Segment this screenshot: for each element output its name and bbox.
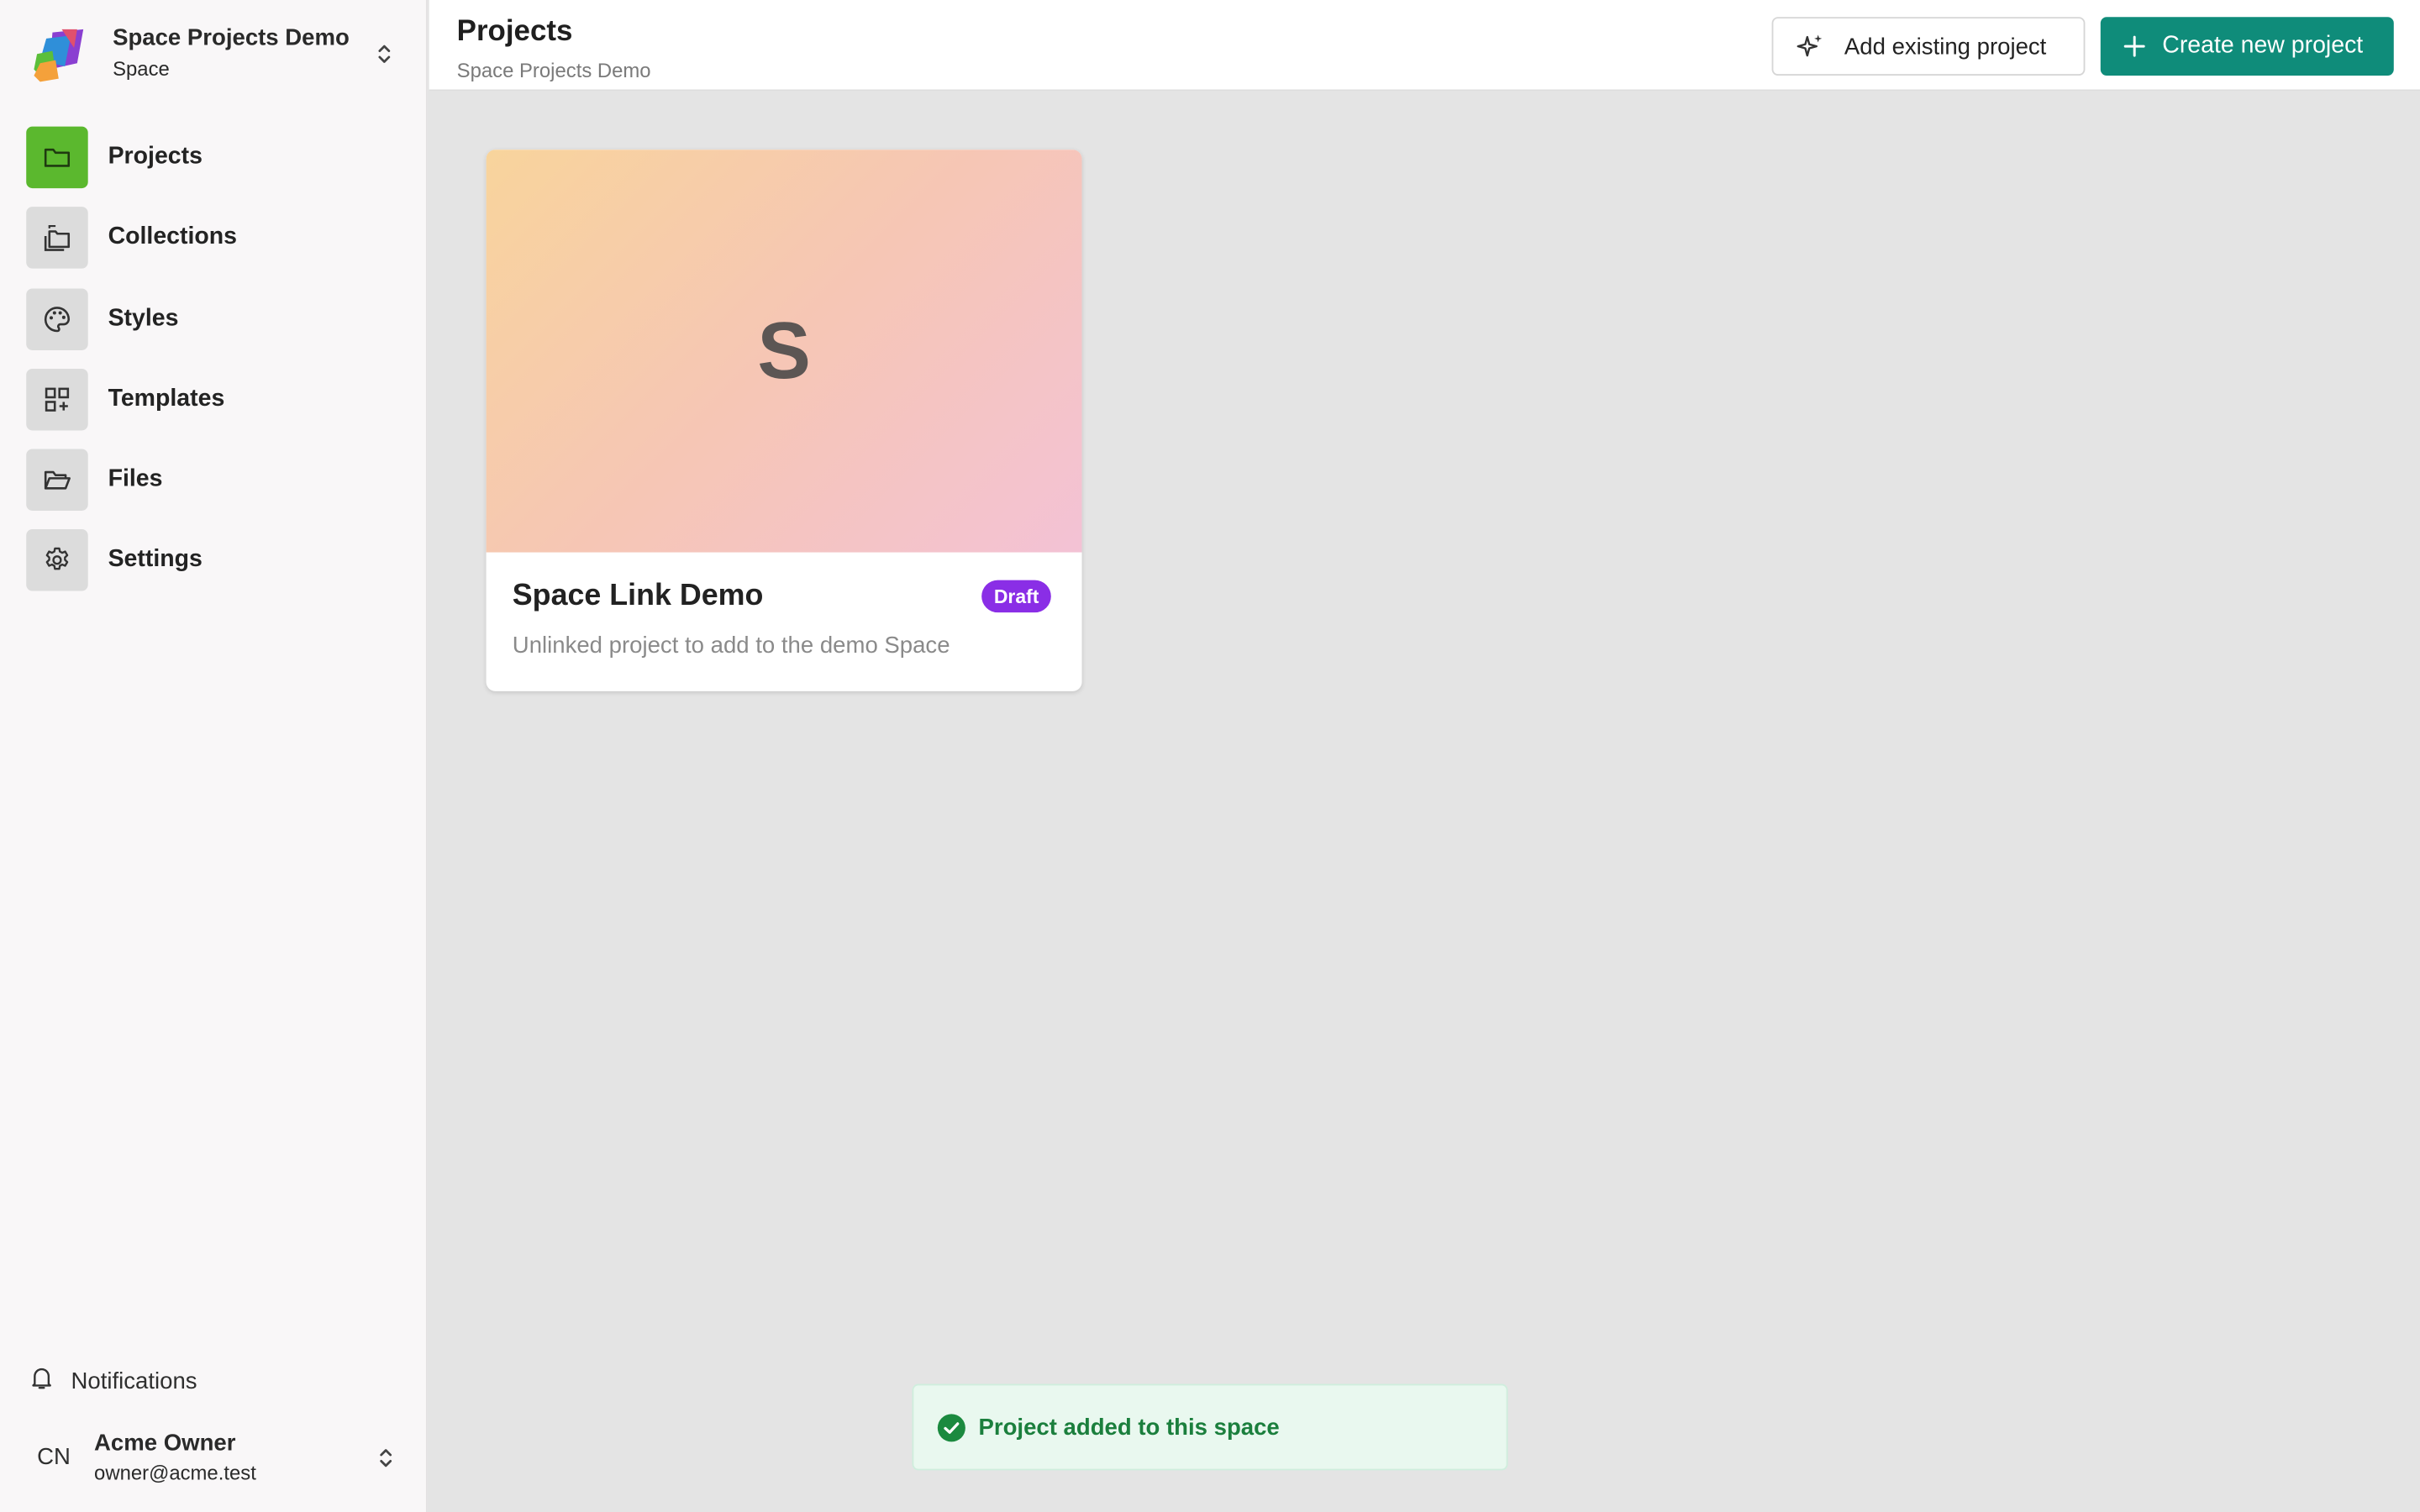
- top-bar: Projects Space Projects Demo Add existin…: [429, 0, 2420, 92]
- sidebar-item-label: Templates: [108, 385, 225, 412]
- workspace-logo-icon: [31, 26, 90, 85]
- breadcrumb: Space Projects Demo: [456, 58, 651, 82]
- gear-icon: [26, 529, 88, 592]
- add-existing-project-button[interactable]: Add existing project: [1771, 17, 2086, 76]
- user-name: Acme Owner: [94, 1430, 236, 1457]
- sidebar-item-settings[interactable]: Settings: [26, 529, 412, 592]
- notifications-label: Notifications: [71, 1368, 197, 1395]
- chevron-up-down-icon: [378, 1446, 393, 1470]
- chevron-up-down-icon: [376, 42, 392, 66]
- toast-message: Project added to this space: [978, 1414, 1280, 1441]
- project-cover: S: [486, 150, 1082, 553]
- folder-icon: [26, 126, 88, 189]
- page-title: Projects: [456, 15, 573, 48]
- project-card[interactable]: S Space Link Demo Draft Unlinked project…: [486, 150, 1082, 691]
- sidebar-item-label: Settings: [108, 547, 203, 574]
- sidebar-item-templates[interactable]: Templates: [26, 368, 412, 431]
- workspace-type: Space: [113, 56, 170, 81]
- user-email: owner@acme.test: [94, 1461, 256, 1484]
- project-title: Space Link Demo: [512, 578, 764, 613]
- add-existing-project-label: Add existing project: [1844, 33, 2047, 60]
- sparkles-icon: [1795, 31, 1826, 62]
- success-toast: Project added to this space: [912, 1383, 1508, 1471]
- avatar: CN: [37, 1444, 71, 1471]
- workspace-name: Space Projects Demo: [113, 24, 350, 51]
- status-badge: Draft: [981, 580, 1052, 613]
- sidebar-item-label: Collections: [108, 223, 238, 251]
- sidebar-item-label: Files: [108, 466, 163, 493]
- project-cover-letter: S: [757, 306, 811, 396]
- project-description: Unlinked project to add to the demo Spac…: [512, 633, 950, 659]
- sidebar-item-styles[interactable]: Styles: [26, 287, 412, 350]
- workspace-switcher[interactable]: Space Projects Demo Space: [24, 22, 408, 87]
- sidebar-item-projects[interactable]: Projects: [26, 126, 412, 189]
- create-new-project-button[interactable]: Create new project: [2100, 17, 2394, 76]
- sidebar-nav: Projects Collections Styles Templates Fi…: [26, 126, 412, 611]
- sidebar: Space Projects Demo Space Projects Colle…: [0, 0, 428, 1512]
- folder-open-icon: [26, 449, 88, 512]
- sidebar-item-files[interactable]: Files: [26, 449, 412, 512]
- sidebar-item-label: Projects: [108, 143, 203, 171]
- user-menu[interactable]: CN Acme Owner owner@acme.test: [28, 1427, 411, 1492]
- sidebar-item-label: Styles: [108, 304, 179, 332]
- collections-icon: [26, 207, 88, 270]
- plus-icon: [2123, 34, 2147, 58]
- grid-plus-icon: [26, 368, 88, 431]
- palette-icon: [26, 287, 88, 350]
- sidebar-item-collections[interactable]: Collections: [26, 207, 412, 270]
- notifications-button[interactable]: Notifications: [28, 1364, 197, 1399]
- bell-icon: [28, 1364, 55, 1399]
- check-circle-icon: [937, 1413, 966, 1442]
- create-new-project-label: Create new project: [2162, 32, 2364, 59]
